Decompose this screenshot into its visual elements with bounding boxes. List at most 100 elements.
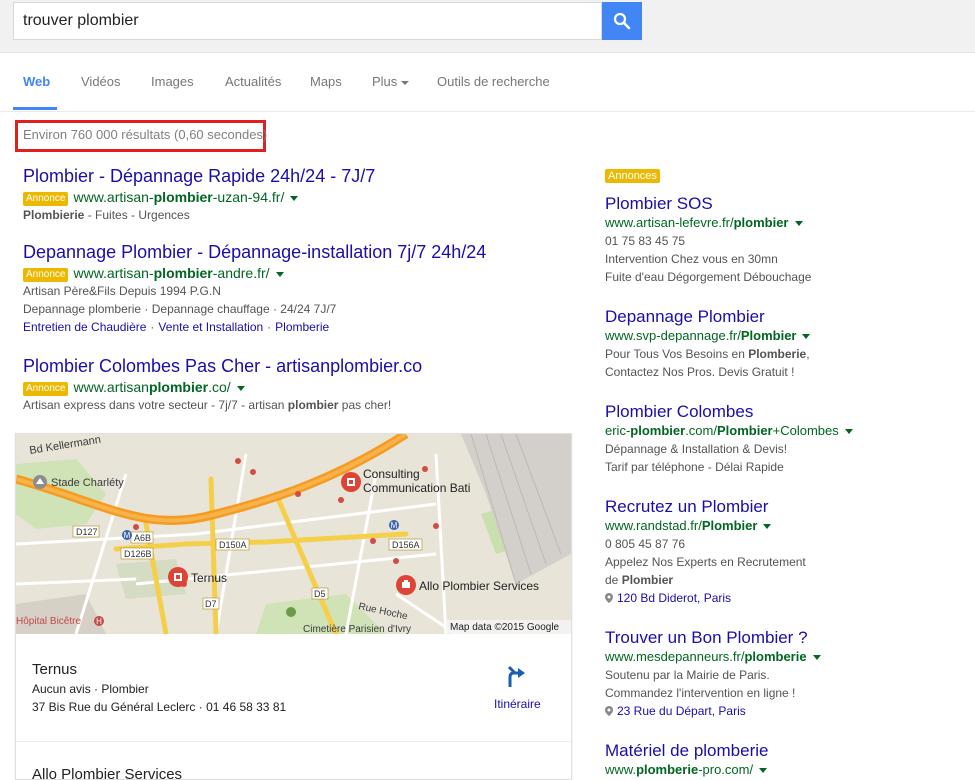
directions-label: Itinéraire bbox=[494, 697, 541, 711]
place-address: 37 Bis Rue du Général Leclerc · 01 46 58… bbox=[32, 700, 287, 714]
ad-description: Depannage plomberie · Depannage chauffag… bbox=[23, 302, 337, 316]
ad-description: Fuite d'eau Dégorgement Débouchage bbox=[605, 270, 812, 284]
ad-title[interactable]: Recrutez un Plombier bbox=[605, 497, 806, 517]
ad-url[interactable]: www.randstad.fr/Plombier bbox=[605, 518, 806, 533]
ad-address[interactable]: 23 Rue du Départ, Paris bbox=[605, 702, 821, 720]
metro-icon: M bbox=[391, 521, 398, 530]
ad-description: Contactez Nos Pros. Devis Gratuit ! bbox=[605, 365, 795, 379]
ad-description: Commandez l'intervention en ligne ! bbox=[605, 686, 796, 700]
ad-result: Matériel de plomberie www.plomberie-pro.… bbox=[605, 741, 768, 777]
active-tab-indicator bbox=[13, 107, 57, 110]
ad-result: Plombier - Dépannage Rapide 24h/24 - 7J/… bbox=[23, 166, 375, 224]
map-label: Cimetière Parisien d'Ivry bbox=[303, 624, 411, 634]
tab-maps[interactable]: Maps bbox=[310, 74, 342, 89]
ad-title[interactable]: Trouver un Bon Plombier ? bbox=[605, 628, 821, 648]
place-name[interactable]: Ternus bbox=[32, 661, 286, 678]
ad-badge: Annonce bbox=[23, 382, 69, 396]
ad-title[interactable]: Matériel de plomberie bbox=[605, 741, 768, 761]
tab-videos[interactable]: Vidéos bbox=[81, 74, 121, 89]
dropdown-arrow-icon[interactable] bbox=[290, 195, 299, 201]
map-pin-consulting[interactable] bbox=[341, 472, 361, 492]
search-button[interactable] bbox=[602, 2, 642, 40]
ad-title[interactable]: Depannage Plombier bbox=[605, 307, 810, 327]
local-result[interactable]: Ternus Aucun avis · Plombier 37 Bis Rue … bbox=[32, 661, 286, 716]
ad-description: Soutenu par la Mairie de Paris. bbox=[605, 668, 770, 682]
ad-url[interactable]: www.artisan-lefevre.fr/plombier bbox=[605, 215, 811, 230]
ad-description: Appelez Nos Experts en Recrutement bbox=[605, 555, 806, 569]
ad-result: Depannage Plombier www.svp-depannage.fr/… bbox=[605, 307, 811, 381]
ad-sitelinks: Entretien de Chaudière · Vente et Installa… bbox=[23, 320, 330, 334]
ad-description: Intervention Chez vous en 30mn bbox=[605, 252, 778, 266]
ad-title[interactable]: Plombier Colombes Pas Cher - artisanplom… bbox=[23, 356, 422, 377]
ad-description: Dépannage & Installation & Devis! bbox=[605, 442, 788, 456]
directions-button[interactable]: Itinéraire bbox=[494, 664, 541, 711]
search-input[interactable] bbox=[23, 12, 583, 30]
ad-badge: Annonce bbox=[23, 268, 69, 282]
map[interactable]: D127 A6B D126B D150A D156A D5 D7 M M H B… bbox=[16, 434, 571, 634]
tab-news[interactable]: Actualités bbox=[225, 74, 281, 89]
ad-url[interactable]: www.mesdepanneurs.fr/plomberie bbox=[605, 649, 821, 664]
ad-title[interactable]: Plombier - Dépannage Rapide 24h/24 - 7J/… bbox=[23, 166, 375, 187]
tab-more[interactable]: Plus bbox=[372, 74, 410, 89]
map-label: A6B bbox=[134, 533, 151, 543]
sitelink[interactable]: Plomberie bbox=[275, 320, 329, 334]
ad-url[interactable]: Annonce www.artisan-plombier-uzan-94.fr/ bbox=[23, 189, 375, 206]
map-label: D156A bbox=[392, 540, 420, 550]
local-result[interactable]: Allo Plombier Services bbox=[32, 766, 182, 779]
tab-web[interactable]: Web bbox=[23, 74, 50, 89]
ad-url[interactable]: Annonce www.artisan-plombier-andre.fr/ bbox=[23, 265, 486, 282]
ad-description: Plombierie - Fuites - Urgences bbox=[23, 208, 190, 222]
tab-more-label: Plus bbox=[372, 74, 398, 89]
directions-icon bbox=[508, 665, 526, 687]
map-pin-allo-plombier[interactable] bbox=[396, 575, 416, 595]
dropdown-arrow-icon[interactable] bbox=[812, 655, 821, 661]
ad-badge: Annonce bbox=[23, 192, 69, 206]
sitelink[interactable]: Entretien de Chaudière bbox=[23, 320, 146, 334]
map-pin-ternus[interactable] bbox=[168, 567, 188, 587]
ad-url[interactable]: eric-plombier.com/Plombier+Colombes bbox=[605, 423, 853, 438]
map-label: Allo Plombier Services bbox=[419, 579, 539, 593]
ad-url[interactable]: www.plomberie-pro.com/ bbox=[605, 762, 768, 777]
place-rating: Aucun avis · Plombier bbox=[32, 682, 149, 696]
ad-description: Tarif par téléphone - Délai Rapide bbox=[605, 460, 784, 474]
divider bbox=[16, 741, 571, 742]
dropdown-arrow-icon[interactable] bbox=[236, 385, 245, 391]
ad-result: Recrutez un Plombier www.randstad.fr/Plo… bbox=[605, 497, 806, 607]
ad-title[interactable]: Plombier SOS bbox=[605, 194, 811, 214]
ad-result: Plombier Colombes Pas Cher - artisanplom… bbox=[23, 356, 422, 414]
search-box[interactable] bbox=[13, 2, 602, 40]
map-label: Hôpital Bicêtre bbox=[16, 616, 81, 627]
local-results-card: D127 A6B D126B D150A D156A D5 D7 M M H B… bbox=[15, 433, 572, 780]
map-attribution: Map data ©2015 Google bbox=[450, 622, 560, 633]
place-name[interactable]: Allo Plombier Services bbox=[32, 766, 182, 779]
dropdown-arrow-icon[interactable] bbox=[794, 221, 803, 227]
dropdown-arrow-icon[interactable] bbox=[802, 334, 811, 340]
chevron-down-icon bbox=[401, 80, 410, 85]
ad-phone: 0 805 45 87 76 bbox=[605, 537, 686, 551]
ad-title[interactable]: Plombier Colombes bbox=[605, 402, 853, 422]
metro-icon: M bbox=[124, 531, 131, 540]
map-label: D5 bbox=[314, 589, 326, 599]
search-header bbox=[0, 0, 975, 53]
ad-url[interactable]: www.svp-depannage.fr/Plombier bbox=[605, 328, 811, 343]
search-icon bbox=[613, 12, 631, 30]
sitelink[interactable]: Vente et Installation bbox=[158, 320, 263, 334]
ad-title[interactable]: Depannage Plombier - Dépannage-installat… bbox=[23, 242, 486, 263]
map-label: D7 bbox=[205, 599, 217, 609]
ad-address[interactable]: 120 Bd Diderot, Paris bbox=[605, 589, 806, 607]
tab-search-tools[interactable]: Outils de recherche bbox=[437, 74, 550, 89]
map-label: Communication Bati bbox=[363, 481, 470, 495]
tab-images[interactable]: Images bbox=[151, 74, 194, 89]
ad-result: Depannage Plombier - Dépannage-installat… bbox=[23, 242, 486, 336]
result-stats: Environ 760 000 résultats (0,60 secondes… bbox=[23, 127, 268, 142]
dropdown-arrow-icon[interactable] bbox=[759, 768, 768, 774]
dropdown-arrow-icon[interactable] bbox=[275, 271, 284, 277]
dropdown-arrow-icon[interactable] bbox=[763, 524, 772, 530]
dropdown-arrow-icon[interactable] bbox=[844, 429, 853, 435]
map-label: Ternus bbox=[191, 571, 227, 585]
ad-description: Pour Tous Vos Besoins en Plomberie, bbox=[605, 347, 810, 361]
location-pin-icon bbox=[605, 593, 613, 603]
ad-description: Artisan Père&Fils Depuis 1994 P.G.N bbox=[23, 284, 221, 298]
ad-url[interactable]: Annonce www.artisanplombier.co/ bbox=[23, 379, 422, 396]
search-tabs: Web Vidéos Images Actualités Maps Plus O… bbox=[0, 53, 975, 112]
